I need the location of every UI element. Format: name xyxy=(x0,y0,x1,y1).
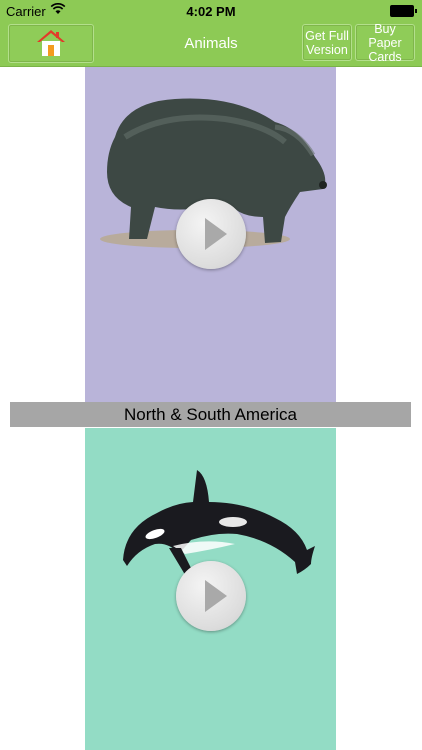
animal-card-bear[interactable] xyxy=(85,67,336,402)
play-button[interactable] xyxy=(176,561,246,631)
status-time: 4:02 PM xyxy=(186,4,236,19)
region-banner: North & South America xyxy=(10,402,411,427)
play-icon xyxy=(205,580,227,612)
animal-card-orca[interactable] xyxy=(85,428,336,750)
buy-paper-cards-button[interactable]: Buy Paper Cards xyxy=(355,22,415,64)
page-title: Animals xyxy=(184,35,238,52)
play-icon xyxy=(205,218,227,250)
home-icon xyxy=(37,30,65,56)
home-button[interactable] xyxy=(8,24,94,63)
get-full-version-button[interactable]: Get Full Version xyxy=(302,24,352,61)
play-button[interactable] xyxy=(176,199,246,269)
navigation-bar: Animals Get Full Version Buy Paper Cards xyxy=(0,22,422,67)
status-bar: Carrier 4:02 PM xyxy=(0,0,422,22)
battery-icon xyxy=(390,5,417,17)
